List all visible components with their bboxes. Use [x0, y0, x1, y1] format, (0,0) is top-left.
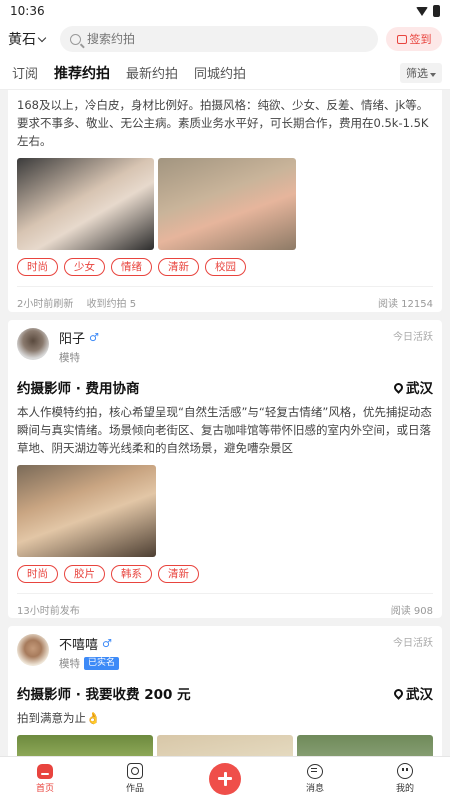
bottom-nav: 首页 作品 消息 我的 — [0, 756, 450, 800]
verified-badge: 已实名 — [84, 657, 120, 670]
post-footer: 2小时前刷新 收到约拍 5 阅读 12154 — [17, 286, 433, 310]
post-location: 武汉 — [392, 377, 433, 397]
user-row[interactable]: 不嘻嘻 ♂ 模特 已实名 — [17, 634, 433, 671]
post-card[interactable]: 不嘻嘻 ♂ 模特 已实名 今日活跃 约摄影师 · 我要收费 200 元 武汉 拍… — [8, 626, 442, 756]
user-row[interactable]: 阳子 ♂ 模特 — [17, 328, 433, 365]
nav-label: 首页 — [35, 783, 54, 794]
post-photo[interactable] — [17, 735, 153, 756]
post-card[interactable]: 168及以上，冷白皮，身材比例好。拍摄风格：纯欲、少女、反差、情绪、jk等。要求… — [8, 90, 442, 312]
post-feed[interactable]: 168及以上，冷白皮，身材比例好。拍摄风格：纯欲、少女、反差、情绪、jk等。要求… — [0, 90, 450, 756]
post-body: 168及以上，冷白皮，身材比例好。拍摄风格：纯欲、少女、反差、情绪、jk等。要求… — [17, 98, 429, 148]
post-views: 阅读 12154 — [378, 299, 433, 310]
search-input[interactable] — [87, 32, 368, 46]
post-time: 13小时前发布 — [17, 606, 80, 617]
photo-row — [17, 735, 433, 756]
profile-icon — [397, 763, 413, 779]
user-name: 不嘻嘻 — [59, 638, 99, 653]
user-name: 阳子 — [59, 332, 86, 347]
chevron-down-icon — [37, 33, 47, 42]
filter-button[interactable]: 筛选 — [400, 63, 442, 83]
post-title: 约摄影师 · 我要收费 200 元 — [17, 687, 191, 703]
tag[interactable]: 清新 — [158, 565, 199, 583]
nav-label: 消息 — [305, 783, 324, 794]
status-icons — [416, 5, 440, 17]
post-photo[interactable] — [297, 735, 433, 756]
nav-label: 作品 — [125, 784, 144, 794]
post-body: 拍到满意为止👌 — [17, 711, 101, 725]
nav-works[interactable]: 作品 — [105, 763, 165, 794]
nav-me[interactable]: 我的 — [375, 763, 435, 794]
signin-button[interactable]: 签到 — [386, 27, 442, 51]
nav-home[interactable]: 首页 — [15, 763, 75, 794]
tab-recommended[interactable]: 推荐约拍 — [54, 63, 110, 83]
post-body: 本人作模特约拍，核心希望呈现“自然生活感”与“轻复古情绪”风格，优先捕捉动态瞬间… — [17, 405, 432, 455]
camera-icon — [127, 763, 143, 779]
city-selector[interactable]: 黄石 — [8, 29, 52, 49]
tag[interactable]: 少女 — [64, 258, 105, 276]
search-icon — [70, 33, 81, 45]
post-time: 2小时前刷新 — [17, 299, 74, 310]
status-time: 10:36 — [10, 4, 45, 18]
post-views: 阅读 908 — [390, 606, 433, 617]
search-header: 黄石 签到 — [0, 22, 450, 56]
nav-messages[interactable]: 消息 — [285, 763, 345, 794]
post-photo[interactable] — [17, 465, 156, 557]
wifi-icon — [416, 6, 428, 16]
calendar-icon — [396, 34, 407, 44]
post-footer: 13小时前发布 阅读 908 — [17, 593, 433, 617]
tab-latest[interactable]: 最新约拍 — [126, 63, 178, 82]
location-city: 武汉 — [406, 381, 433, 397]
activity-status: 今日活跃 — [393, 332, 433, 343]
avatar[interactable] — [17, 328, 49, 360]
message-icon — [307, 763, 323, 779]
status-bar: 10:36 — [0, 0, 450, 22]
post-requests: 收到约拍 5 — [86, 299, 137, 310]
post-photo[interactable] — [17, 158, 154, 250]
avatar[interactable] — [17, 634, 49, 666]
plus-icon — [209, 762, 241, 795]
male-icon: ♂ — [89, 331, 99, 344]
tag[interactable]: 韩系 — [111, 565, 152, 583]
tab-local[interactable]: 同城约拍 — [194, 63, 246, 82]
post-card[interactable]: 阳子 ♂ 模特 今日活跃 约摄影师 · 费用协商 武汉 本人作模特约拍，核心希望… — [8, 320, 442, 618]
tag[interactable]: 情绪 — [111, 258, 152, 276]
photo-row — [17, 158, 433, 250]
post-photo[interactable] — [157, 735, 293, 756]
location-city: 武汉 — [406, 687, 433, 703]
post-location: 武汉 — [392, 683, 433, 703]
tag-list: 时尚 少女 情绪 清新 校园 — [17, 258, 433, 276]
city-label: 黄石 — [8, 32, 36, 48]
nav-publish[interactable] — [195, 762, 255, 795]
location-pin-icon — [392, 686, 405, 700]
tab-subscribe[interactable]: 订阅 — [12, 63, 38, 82]
tag[interactable]: 时尚 — [17, 565, 58, 583]
male-icon: ♂ — [102, 637, 112, 650]
nav-label: 我的 — [395, 784, 414, 794]
signin-label: 签到 — [409, 33, 432, 46]
post-title: 约摄影师 · 费用协商 — [17, 381, 140, 397]
location-pin-icon — [392, 380, 405, 394]
activity-status: 今日活跃 — [393, 638, 433, 649]
user-role: 模特 — [59, 658, 80, 670]
search-box[interactable] — [60, 26, 378, 52]
dropdown-triangle-icon — [430, 72, 436, 77]
post-photo[interactable] — [158, 158, 296, 250]
filter-label: 筛选 — [406, 67, 428, 80]
tag[interactable]: 清新 — [158, 258, 199, 276]
tag[interactable]: 校园 — [205, 258, 246, 276]
category-tabs: 订阅 推荐约拍 最新约拍 同城约拍 筛选 — [0, 56, 450, 90]
home-icon — [37, 763, 53, 779]
tag[interactable]: 时尚 — [17, 258, 58, 276]
photo-row — [17, 465, 433, 557]
user-role: 模特 — [59, 352, 80, 364]
tag[interactable]: 胶片 — [64, 565, 105, 583]
tag-list: 时尚 胶片 韩系 清新 — [17, 565, 433, 583]
battery-icon — [433, 5, 440, 17]
